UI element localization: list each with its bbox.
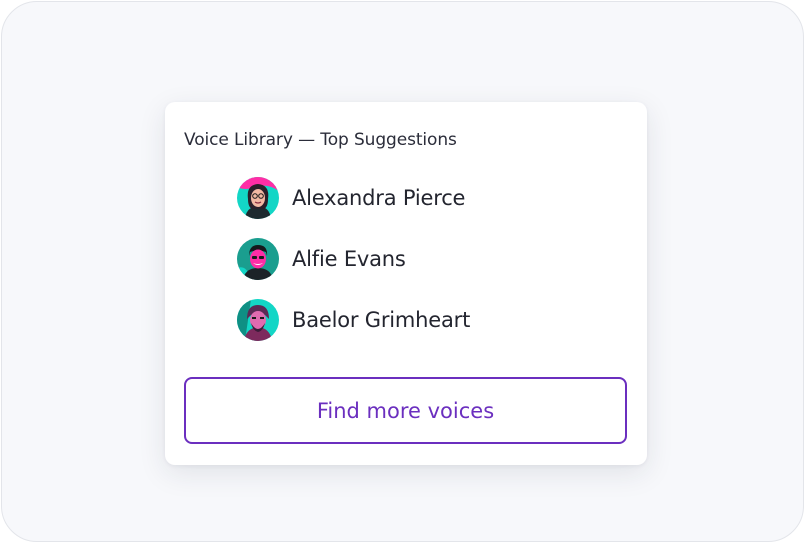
voice-name: Alexandra Pierce	[292, 186, 466, 210]
voice-list: Alexandra Pierce Alfie Evans Baelor Grim…	[237, 177, 470, 360]
warrior-portrait-avatar	[237, 299, 279, 341]
voice-item-alfie-evans[interactable]: Alfie Evans	[237, 238, 470, 280]
voice-name: Baelor Grimheart	[292, 308, 471, 332]
voice-name: Alfie Evans	[292, 247, 406, 271]
card-title: Voice Library — Top Suggestions	[184, 130, 457, 150]
voice-item-baelor-grimheart[interactable]: Baelor Grimheart	[237, 299, 470, 341]
find-more-voices-button[interactable]: Find more voices	[184, 377, 627, 444]
voice-library-card: Voice Library — Top Suggestions Alexandr…	[165, 102, 647, 465]
page-frame: Voice Library — Top Suggestions Alexandr…	[1, 1, 804, 542]
voice-item-alexandra-pierce[interactable]: Alexandra Pierce	[237, 177, 470, 219]
woman-portrait-avatar	[237, 177, 279, 219]
man-portrait-avatar	[237, 238, 279, 280]
